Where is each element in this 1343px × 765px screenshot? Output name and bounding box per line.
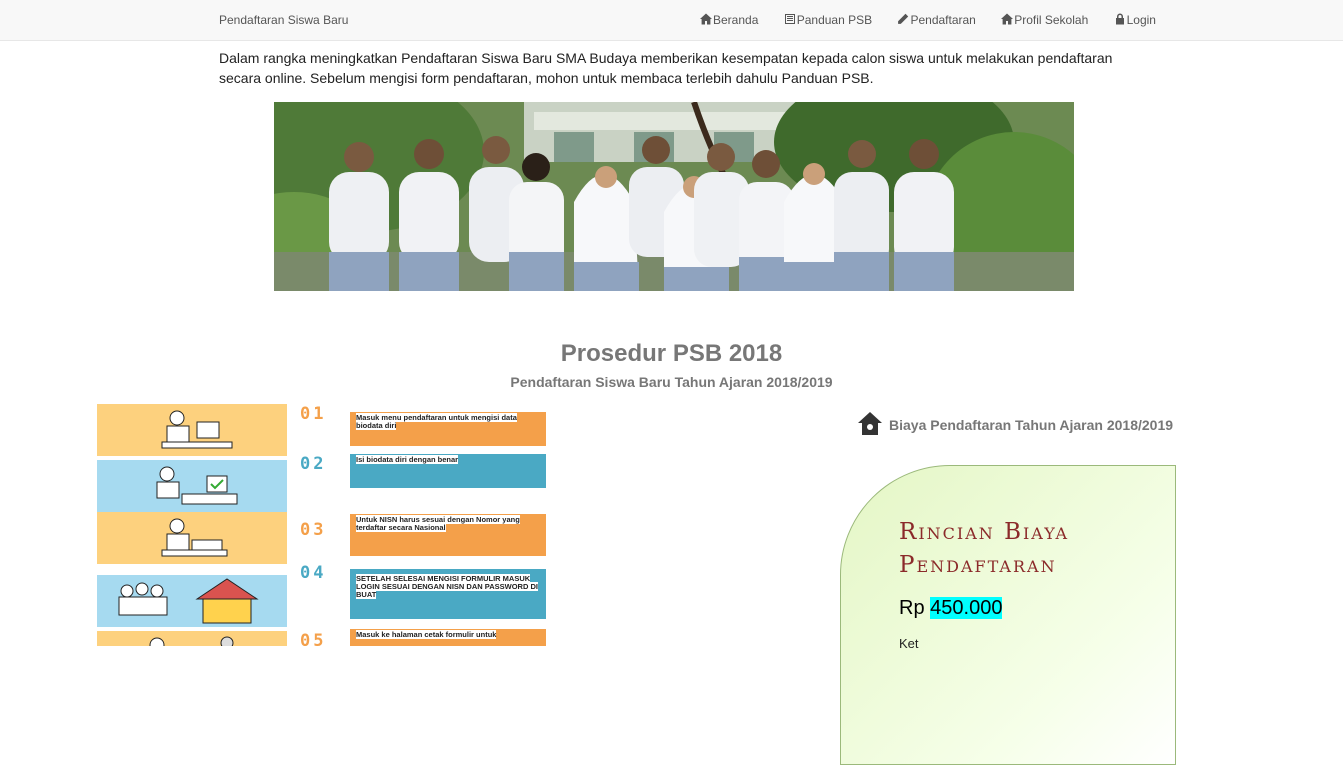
step-number: 01 [300, 404, 327, 424]
nav-profil-sekolah[interactable]: Profil Sekolah [1001, 13, 1088, 27]
nav-panduan-psb-label: Panduan PSB [796, 13, 873, 27]
step-text: SETELAH SELESAI MENGISI FORMULIR MASUK L… [356, 574, 538, 599]
nav-beranda[interactable]: Beranda [700, 13, 758, 27]
step-text: Untuk NISN harus sesuai dengan Nomor yan… [356, 515, 520, 532]
procedure-infographic: 01 Masuk menu pendaftaran untuk mengisi … [97, 404, 567, 646]
nav-pendaftaran[interactable]: Pendaftaran [897, 13, 976, 27]
home-circle-icon [858, 412, 882, 435]
nav-panduan-psb[interactable]: Panduan PSB [784, 13, 872, 27]
navbar-brand[interactable]: Pendaftaran Siswa Baru [219, 13, 348, 27]
student-desk-illustration [97, 460, 287, 512]
nav-login[interactable]: Login [1114, 13, 1156, 27]
step-box: Masuk ke halaman cetak formulir untuk [350, 629, 546, 646]
step-number: 05 [300, 631, 327, 646]
fee-note: Ket [899, 636, 919, 651]
fee-value: 450.000 [930, 597, 1003, 619]
list-icon [784, 14, 795, 24]
step-number: 02 [300, 454, 327, 474]
intro-text: Dalam rangka meningkatkan Pendaftaran Si… [219, 50, 1113, 86]
nav-login-label: Login [1126, 13, 1156, 27]
section-subtitle: Pendaftaran Siswa Baru Tahun Ajaran 2018… [510, 374, 833, 390]
nav-pendaftaran-label: Pendaftaran [910, 13, 976, 27]
home-icon [700, 13, 712, 25]
students-house-illustration [97, 575, 287, 627]
step-text: Masuk menu pendaftaran untuk mengisi dat… [356, 413, 517, 430]
step-text: Masuk ke halaman cetak formulir untuk [356, 630, 497, 639]
student-print-illustration [97, 631, 287, 646]
fee-heading-text: Biaya Pendaftaran Tahun Ajaran 2018/2019 [889, 417, 1174, 433]
fee-detail-card: Rincian Biaya Pendaftaran Rp 450.000 Ket [840, 465, 1176, 765]
step-box: Masuk menu pendaftaran untuk mengisi dat… [350, 412, 546, 446]
navbar-menu: Beranda Panduan PSB Pendaftaran Profil S… [700, 13, 1156, 27]
student-typing-illustration [97, 512, 287, 564]
lock-icon [1115, 13, 1124, 25]
nav-profil-sekolah-label: Profil Sekolah [1014, 13, 1089, 27]
home-icon [1001, 13, 1014, 25]
fee-heading: Biaya Pendaftaran Tahun Ajaran 2018/2019 [856, 410, 1173, 438]
step-box: Isi biodata diri dengan benar [350, 454, 546, 488]
step-box: SETELAH SELESAI MENGISI FORMULIR MASUK L… [350, 569, 546, 619]
step-number: 04 [300, 563, 327, 583]
section-title: Prosedur PSB 2018 [560, 340, 783, 367]
fee-amount: Rp 450.000 [899, 597, 1003, 620]
step-box: Untuk NISN harus sesuai dengan Nomor yan… [350, 514, 546, 556]
fee-card-title: Rincian Biaya Pendaftaran [899, 519, 1070, 578]
fee-currency: Rp [899, 597, 925, 619]
step-number: 03 [300, 520, 327, 540]
nav-beranda-label: Beranda [713, 13, 759, 27]
pencil-icon [898, 13, 909, 24]
top-navbar: Pendaftaran Siswa Baru Beranda Panduan P… [0, 0, 1343, 41]
step-text: Isi biodata diri dengan benar [356, 455, 459, 464]
student-computer-illustration [97, 404, 287, 456]
students-banner-photo [274, 102, 1074, 291]
